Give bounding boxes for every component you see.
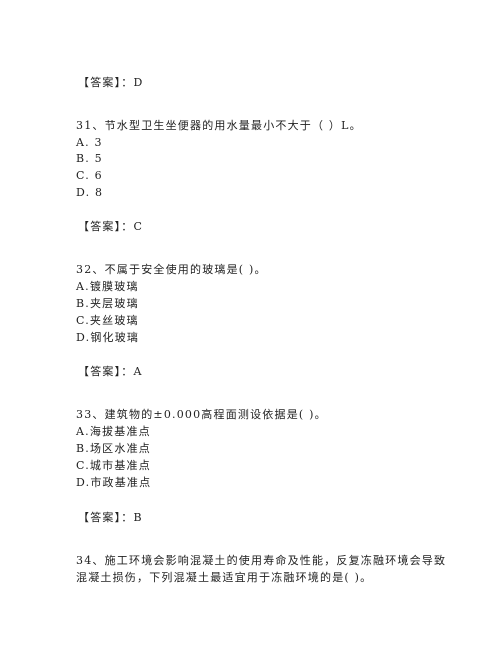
option-32-a: A.镀膜玻璃 xyxy=(76,280,139,293)
option-33-a: A.海拔基准点 xyxy=(76,425,151,438)
option-31-b: B. 5 xyxy=(76,152,103,165)
option-33-d: D.市政基准点 xyxy=(76,476,152,489)
option-31-c: C. 6 xyxy=(76,169,103,182)
option-33-b: B.场区水准点 xyxy=(76,442,151,455)
answer-q31: 【答案】：C xyxy=(78,220,144,233)
answer-q32: 【答案】：A xyxy=(78,365,143,378)
option-32-c: C.夹丝玻璃 xyxy=(76,314,139,327)
answer-q30: 【答案】：D xyxy=(78,76,144,89)
option-32-d: D.钢化玻璃 xyxy=(76,331,140,344)
option-33-c: C.城市基准点 xyxy=(76,459,151,472)
question-32: 32、不属于安全使用的玻璃是( )。 xyxy=(76,263,267,276)
option-31-a: A. 3 xyxy=(76,136,103,149)
answer-q33: 【答案】：B xyxy=(78,511,143,524)
question-34-line-1: 34、施工环境会影响混凝土的使用寿命及性能，反复冻融环境会导致 xyxy=(76,554,447,567)
option-32-b: B.夹层玻璃 xyxy=(76,297,139,310)
question-34-line-2: 混凝土损伤，下列混凝土最适宜用于冻融环境的是( )。 xyxy=(76,571,373,584)
option-31-d: D. 8 xyxy=(76,186,104,199)
question-33: 33、建筑物的±0.000高程面测设依据是( )。 xyxy=(76,408,327,421)
question-31: 31、节水型卫生坐便器的用水量最小不大于（ ）L。 xyxy=(76,119,362,132)
